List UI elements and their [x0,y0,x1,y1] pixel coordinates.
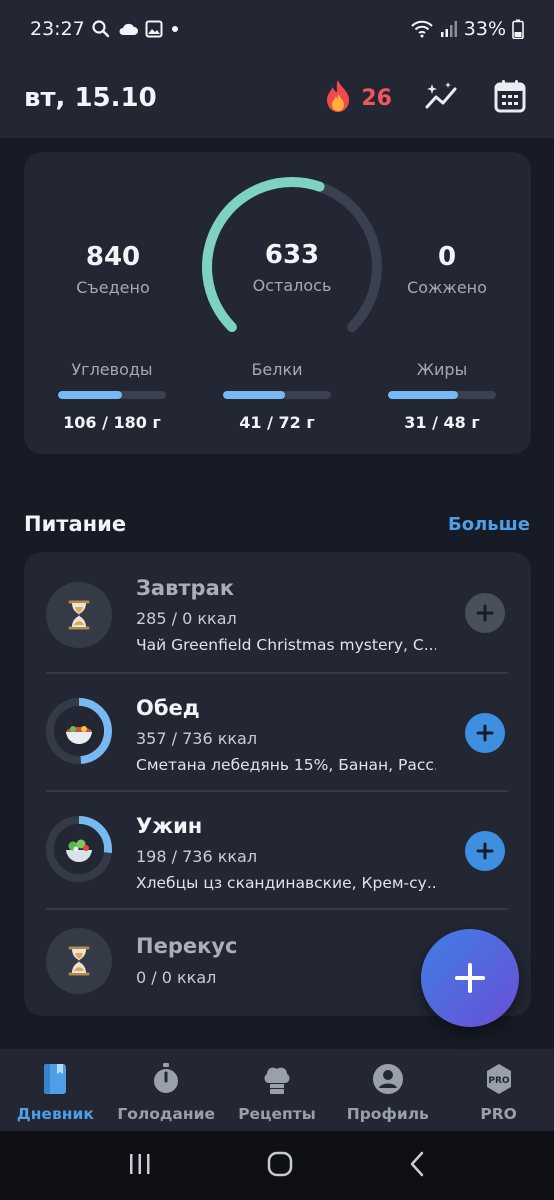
macro-value: 106 / 180 г [63,413,161,432]
meal-progress-ring [46,928,112,994]
meal-items: Хлебцы цз скандинавские, Крем-су... [136,874,436,892]
stopwatch-icon [151,1063,181,1099]
meal-items: Чай Greenfield Christmas mystery, С... [136,636,436,654]
meal-progress-ring [46,582,112,648]
nav-label: PRO [480,1105,517,1123]
pro-badge-icon: PRO [484,1063,514,1099]
plus-icon [476,842,494,860]
meal-row-dinner[interactable]: Ужин 198 / 736 ккал Хлебцы цз скандинавс… [24,790,531,908]
meal-kcal: 357 / 736 ккал [136,729,258,748]
nav-label: Дневник [16,1105,94,1123]
add-food-fab[interactable] [421,929,519,1027]
meal-kcal: 198 / 736 ккал [136,847,258,866]
meal-row-breakfast[interactable]: Завтрак 285 / 0 ккал Чай Greenfield Chri… [24,552,531,670]
calendar-button[interactable] [490,78,530,118]
home-button[interactable] [267,1151,293,1181]
meal-kcal: 0 / 0 ккал [136,968,217,987]
notification-dot-icon [169,23,181,35]
profile-icon [372,1063,404,1099]
add-dinner-button[interactable] [465,831,505,871]
meal-name: Перекус [136,934,238,958]
nav-label: Рецепты [238,1105,316,1123]
calorie-summary-card[interactable]: 840 Съедено 633 Осталось 0 Сожжено Углев… [24,152,531,454]
bottom-navigation: Дневник Голодание Рецепты Профиль PRO PR… [0,1049,554,1131]
eaten-stat: 840 Съедено [38,242,188,297]
macro-value: 31 / 48 г [404,413,480,432]
signal-icon [440,20,458,38]
macro-fat: Жиры 31 / 48 г [386,360,498,432]
meal-progress-ring [46,816,112,882]
streak-count: 26 [361,85,392,111]
nav-recipes[interactable]: Рецепты [222,1049,333,1131]
meal-kcal: 285 / 0 ккал [136,609,237,628]
meal-name: Ужин [136,814,203,838]
macro-label: Белки [251,360,303,379]
flame-icon [323,79,353,117]
meal-items: Сметана лебедянь 15%, Банан, Расс... [136,756,436,774]
macro-carbs: Углеводы 106 / 180 г [56,360,168,432]
macro-bar-fill [58,391,122,399]
stats-button[interactable] [422,78,462,118]
macro-label: Жиры [416,360,468,379]
nutrition-title: Питание [24,512,127,536]
svg-text:PRO: PRO [488,1076,510,1086]
plus-icon [476,604,494,622]
nav-profile[interactable]: Профиль [332,1049,443,1131]
meal-name: Завтрак [136,576,235,600]
eaten-value: 840 [85,242,141,272]
remaining-label: Осталось [252,276,332,295]
image-icon [145,20,163,38]
plus-icon [455,963,485,993]
macro-bar-fill [223,391,285,399]
burned-stat: 0 Сожжено [372,242,522,297]
macro-value: 41 / 72 г [239,413,315,432]
remaining-value: 633 [264,240,320,270]
nav-diary[interactable]: Дневник [0,1049,111,1131]
plus-icon [476,724,494,742]
back-button[interactable] [407,1151,427,1181]
streak-indicator[interactable]: 26 [323,79,392,117]
macro-bar-track [388,391,496,399]
macro-bar-track [58,391,166,399]
meal-progress-ring [46,698,112,764]
burned-label: Сожжено [407,278,487,297]
wifi-icon [410,20,434,38]
meal-name: Обед [136,696,200,720]
eaten-label: Съедено [76,278,150,297]
recent-apps-button[interactable] [127,1152,153,1180]
battery-percent: 33% [463,18,506,40]
date-title[interactable]: вт, 15.10 [24,83,323,113]
sparkle-trend-icon [424,81,460,115]
remaining-ring: 633 Осталось [197,172,387,362]
macro-label: Углеводы [71,360,153,379]
chef-hat-icon [262,1063,292,1099]
macro-protein: Белки 41 / 72 г [221,360,333,432]
nav-fasting[interactable]: Голодание [111,1049,222,1131]
search-icon [91,19,111,39]
burned-value: 0 [437,242,457,272]
add-lunch-button[interactable] [465,713,505,753]
nav-pro[interactable]: PRO PRO [443,1049,554,1131]
app-header: вт, 15.10 26 [0,58,554,138]
macro-bar-track [223,391,331,399]
add-breakfast-button[interactable] [465,593,505,633]
nutrition-more-link[interactable]: Больше [448,514,530,535]
nav-label: Профиль [346,1105,429,1123]
battery-icon [512,19,524,39]
status-time: 23:27 [30,18,85,40]
diary-icon [41,1063,69,1099]
status-bar: 23:27 33% [0,0,554,58]
cloud-icon [117,21,139,37]
macro-bar-fill [388,391,459,399]
calendar-icon [494,79,526,117]
system-navigation-bar [0,1131,554,1200]
meal-row-lunch[interactable]: Обед 357 / 736 ккал Сметана лебедянь 15%… [24,672,531,790]
nav-label: Голодание [117,1105,215,1123]
